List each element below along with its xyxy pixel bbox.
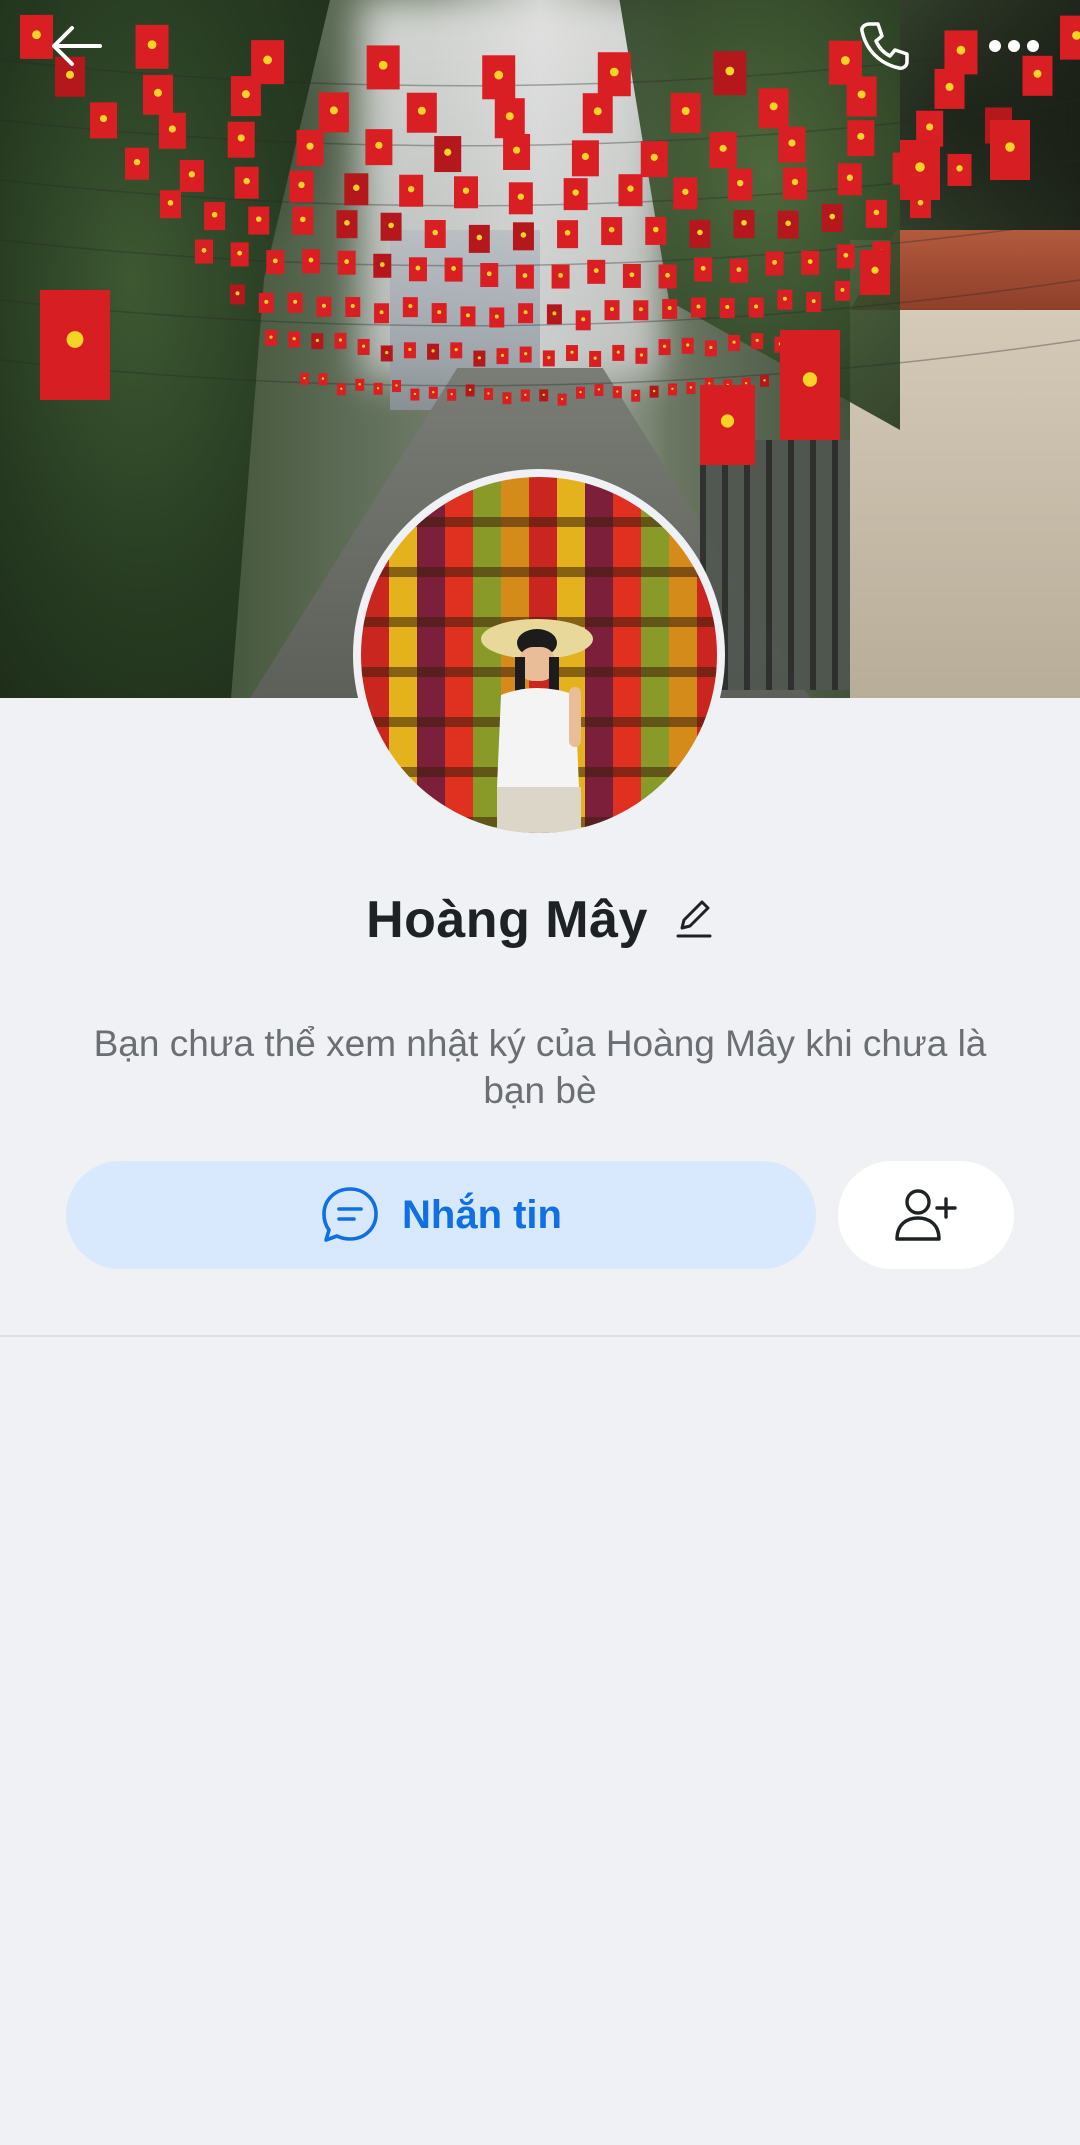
call-button[interactable] <box>848 14 920 78</box>
avatar-person <box>481 619 593 833</box>
pencil-icon <box>676 900 712 937</box>
arrow-left-icon <box>52 26 102 66</box>
message-button[interactable]: Nhắn tin <box>66 1161 816 1269</box>
edit-name-button[interactable] <box>674 896 714 945</box>
more-button[interactable] <box>978 14 1050 78</box>
add-friend-icon <box>895 1189 957 1241</box>
more-horizontal-icon <box>989 40 1039 52</box>
profile-name-row: Hoàng Mây <box>0 880 1080 960</box>
message-button-label: Nhắn tin <box>402 1192 562 1237</box>
profile-name: Hoàng Mây <box>366 891 648 949</box>
back-button[interactable] <box>40 14 112 78</box>
phone-icon <box>860 22 909 70</box>
section-divider <box>0 1335 1080 1337</box>
timeline-privacy-notice: Bạn chưa thể xem nhật ký của Hoàng Mây k… <box>93 1023 987 1111</box>
avatar[interactable] <box>361 477 717 833</box>
chat-bubble-icon <box>322 1187 378 1242</box>
add-friend-button[interactable] <box>838 1161 1014 1269</box>
